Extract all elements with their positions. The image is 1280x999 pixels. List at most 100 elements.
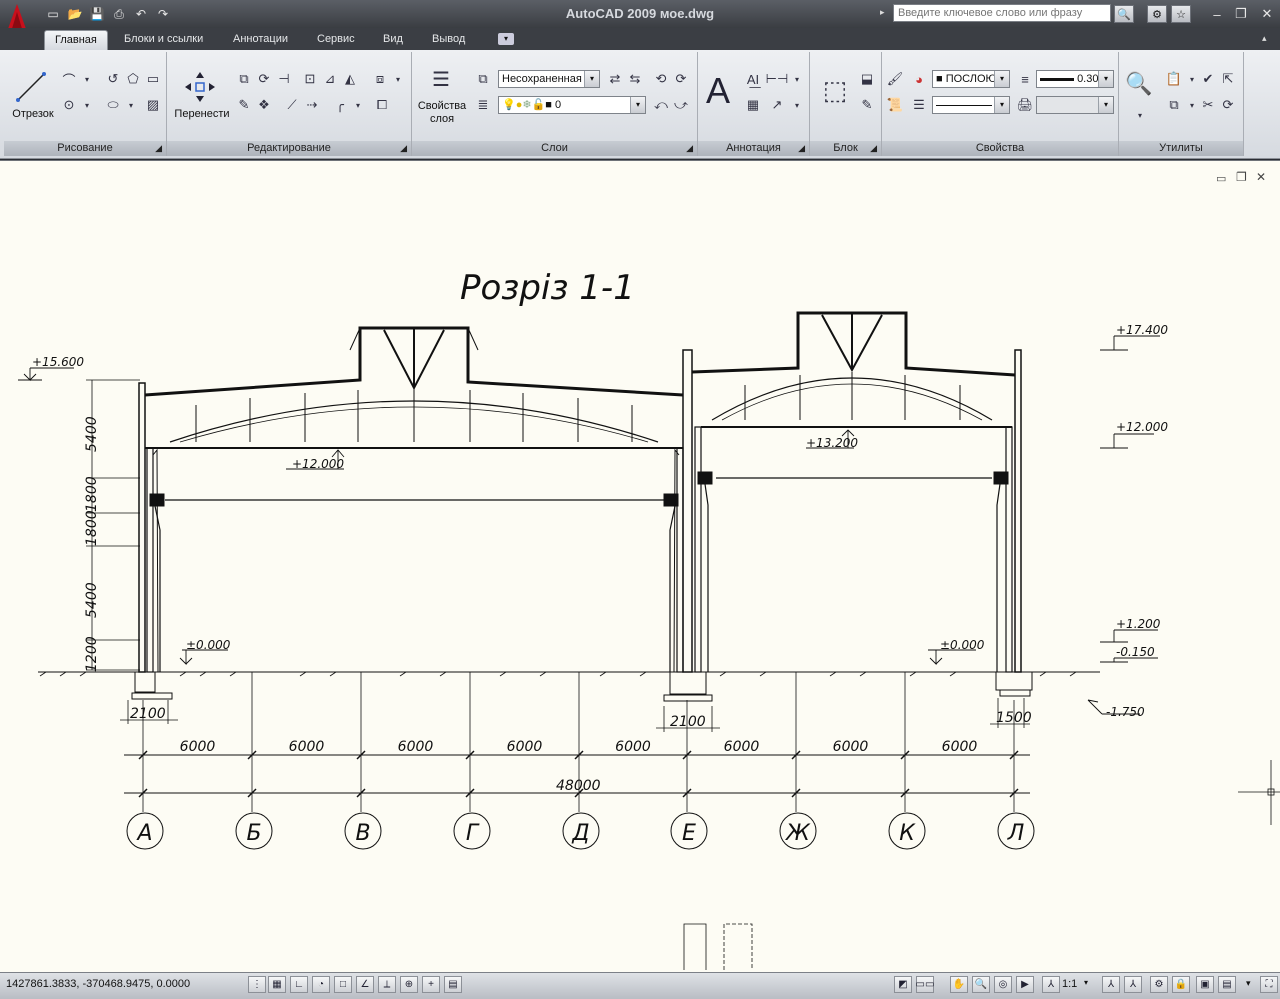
linear-dimension-icon[interactable]: ⊢⊣: [766, 70, 789, 88]
match-properties-icon[interactable]: 🖌: [886, 70, 904, 88]
dropdown-arrow-icon[interactable]: ▾: [349, 96, 367, 114]
layer-properties-label[interactable]: Свойства слоя: [414, 100, 470, 126]
layer-match-icon[interactable]: ⇄: [606, 70, 624, 88]
fillet-icon[interactable]: ╭: [331, 96, 349, 114]
isolate-objects-icon[interactable]: ▣: [1196, 976, 1214, 993]
annotation-panel-title[interactable]: Аннотация ◢: [698, 141, 809, 156]
copy-clip-icon[interactable]: ⧉: [1165, 96, 1183, 114]
dropdown-arrow-icon[interactable]: ▾: [122, 96, 140, 114]
lineweight-icon[interactable]: ≡: [1016, 70, 1034, 88]
edit-block-icon[interactable]: ✎: [858, 96, 876, 114]
table-icon[interactable]: ▦: [744, 96, 762, 114]
ribbon-minimize-icon[interactable]: ▴: [1262, 33, 1267, 44]
linetype-dropdown[interactable]: ▾: [932, 96, 1010, 114]
search-icon[interactable]: 🔍: [1114, 5, 1134, 23]
dyn-icon[interactable]: ⊕: [400, 976, 418, 993]
array-icon[interactable]: ⧈: [371, 70, 389, 88]
trim-icon[interactable]: ⊣: [275, 70, 293, 88]
dropdown-arrow-icon[interactable]: ▾: [788, 70, 806, 88]
move-icon[interactable]: [183, 70, 217, 104]
line-tool-icon[interactable]: [14, 70, 50, 106]
dropdown-arrow-icon[interactable]: ▾: [389, 70, 407, 88]
tab-home[interactable]: Главная: [44, 30, 108, 50]
properties-panel-title[interactable]: Свойства: [882, 141, 1118, 156]
workspace-icon[interactable]: ⚙: [1150, 976, 1168, 993]
polar-icon[interactable]: ◔: [312, 976, 330, 993]
layer-properties-icon[interactable]: ☰: [426, 66, 456, 92]
rectangle-icon[interactable]: ▭: [144, 70, 162, 88]
draw-panel-title[interactable]: Рисование ◢: [4, 141, 166, 156]
layout-icon[interactable]: ▭▭: [916, 976, 934, 993]
multiline-text-icon[interactable]: A: [706, 70, 730, 112]
undo-icon[interactable]: ↶: [132, 6, 150, 22]
break-icon[interactable]: ⟋: [283, 96, 301, 114]
redo-icon[interactable]: ↷: [154, 6, 172, 22]
insert-block-icon[interactable]: ⬚: [818, 74, 852, 106]
create-block-icon[interactable]: ⬓: [858, 70, 876, 88]
autoscale-icon[interactable]: ⅄: [1124, 976, 1142, 993]
block-panel-title[interactable]: Блок ◢: [810, 141, 881, 156]
list-properties-icon[interactable]: 📜: [886, 96, 904, 114]
qp-icon[interactable]: ▤: [444, 976, 462, 993]
polyline-icon[interactable]: ⌒: [60, 70, 78, 88]
search-input[interactable]: [893, 4, 1111, 22]
dropdown-arrow-icon[interactable]: ▾: [1084, 978, 1088, 987]
circle-icon[interactable]: ⊙: [60, 96, 78, 114]
rotate-icon[interactable]: ⟳: [255, 70, 273, 88]
tab-view[interactable]: Вид: [373, 30, 413, 49]
layer-state-dropdown[interactable]: Несохраненная ▾: [498, 70, 600, 88]
color-dropdown[interactable]: ■ ПОСЛОЮ ▾: [932, 70, 1010, 88]
snap-icon[interactable]: ⋮: [248, 976, 266, 993]
move-label[interactable]: Перенести: [169, 108, 235, 120]
new-file-icon[interactable]: ▭: [44, 6, 62, 22]
spline-icon[interactable]: ↺: [104, 70, 122, 88]
dropdown-arrow-icon[interactable]: ▾: [788, 96, 806, 114]
layer-freeze-icon[interactable]: ⤻: [672, 96, 690, 114]
color-wheel-icon[interactable]: ◕: [910, 70, 928, 88]
communication-icon[interactable]: ⚙: [1147, 5, 1167, 23]
line-tool-label[interactable]: Отрезок: [6, 108, 60, 120]
status-menu-arrow-icon[interactable]: ▾: [1246, 978, 1251, 989]
layer-previous-icon[interactable]: ⇆: [626, 70, 644, 88]
polygon-icon[interactable]: ⬠: [124, 70, 142, 88]
leader-icon[interactable]: ↗: [768, 96, 786, 114]
grid-icon[interactable]: ▦: [268, 976, 286, 993]
tab-blocks[interactable]: Блоки и ссылки: [114, 30, 213, 49]
copy-icon[interactable]: ⧉: [235, 70, 253, 88]
ducs-icon[interactable]: ⟂: [378, 976, 396, 993]
layer-isolate-icon[interactable]: ⟲: [652, 70, 670, 88]
tab-overflow-icon[interactable]: ▾: [498, 33, 514, 45]
single-text-icon[interactable]: A͟I: [744, 70, 762, 88]
close-icon[interactable]: ✕: [1256, 5, 1278, 23]
layer-off-icon[interactable]: ⤺: [652, 96, 670, 114]
cut-icon[interactable]: ✂: [1199, 96, 1217, 114]
lineweight-dropdown[interactable]: 0.30 ▾: [1036, 70, 1114, 88]
scale-icon[interactable]: ⊡: [301, 70, 319, 88]
restore-icon[interactable]: ❐: [1230, 5, 1252, 23]
dropdown-arrow-icon[interactable]: ▾: [78, 70, 96, 88]
extend-icon[interactable]: ⇢: [303, 96, 321, 114]
zoom-icon[interactable]: 🔍: [972, 976, 990, 993]
open-file-icon[interactable]: 📂: [66, 6, 84, 22]
layer-list-icon[interactable]: ≣: [474, 96, 492, 114]
regen-icon[interactable]: ⟳: [1219, 96, 1237, 114]
tab-tools[interactable]: Сервис: [307, 30, 365, 49]
lineweight-toggle-icon[interactable]: +: [422, 976, 440, 993]
model-icon[interactable]: ◩: [894, 976, 912, 993]
paste-icon[interactable]: 📋: [1165, 70, 1183, 88]
erase-icon[interactable]: ✎: [235, 96, 253, 114]
zoom-extents-icon[interactable]: 🔍: [1125, 70, 1153, 98]
favorites-star-icon[interactable]: ☆: [1171, 5, 1191, 23]
annotation-visibility-icon[interactable]: ⅄: [1102, 976, 1120, 993]
annotation-scale[interactable]: 1:1: [1062, 978, 1077, 990]
linetype-icon[interactable]: ☰: [910, 96, 928, 114]
select-icon[interactable]: ⇱: [1219, 70, 1237, 88]
plot-style-icon[interactable]: 🖨: [1016, 96, 1034, 114]
ellipse-icon[interactable]: ⬭: [104, 96, 122, 114]
current-layer-dropdown[interactable]: 💡●❄🔓■ 0 ▾: [498, 96, 646, 114]
annotation-scale-icon[interactable]: ⅄: [1042, 976, 1060, 993]
quick-select-icon[interactable]: ✔: [1199, 70, 1217, 88]
save-icon[interactable]: 💾: [88, 6, 106, 22]
modify-panel-title[interactable]: Редактирование ◢: [167, 141, 411, 156]
stretch-icon[interactable]: ⊿: [321, 70, 339, 88]
